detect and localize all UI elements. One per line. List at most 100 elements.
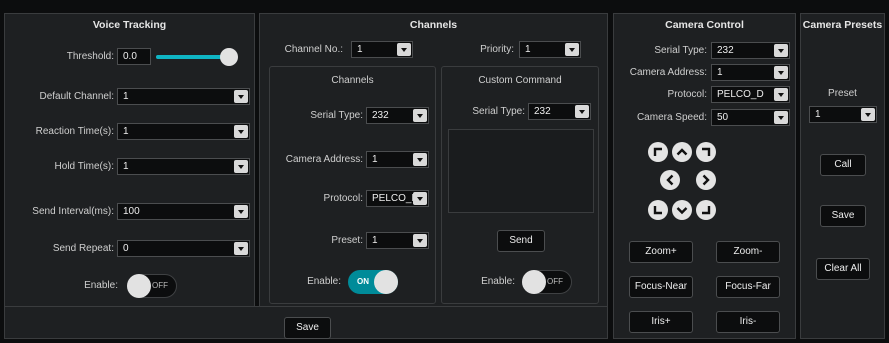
default-channel-value: 1 bbox=[123, 91, 129, 102]
channel-camera-address-select[interactable]: 1 bbox=[366, 151, 429, 168]
channel-no-value: 1 bbox=[357, 44, 363, 55]
send-repeat-select[interactable]: 0 bbox=[117, 240, 250, 257]
priority-select[interactable]: 1 bbox=[519, 41, 581, 58]
channel-serial-type-select[interactable]: 232 bbox=[366, 107, 429, 124]
voice-enable-toggle[interactable]: OFF bbox=[127, 274, 177, 298]
channel-preset-label: Preset: bbox=[331, 235, 363, 246]
voice-tracking-panel: Voice Tracking Threshold: 0.0 Default Ch… bbox=[4, 13, 255, 339]
preset-value: 1 bbox=[815, 109, 821, 120]
channels-panel: Channels Channel No.: 1 Priority: 1 Chan… bbox=[259, 13, 608, 339]
chevron-down-icon bbox=[774, 88, 788, 101]
cam-protocol-select[interactable]: PELCO_D bbox=[711, 86, 790, 103]
chevron-down-icon bbox=[774, 111, 788, 124]
custom-send-button[interactable]: Send bbox=[497, 230, 545, 252]
channels-title: Channels bbox=[409, 19, 458, 31]
chevron-down-icon bbox=[575, 105, 589, 118]
cam-camera-address-select[interactable]: 1 bbox=[711, 64, 790, 81]
zoom-out-button[interactable]: Zoom- bbox=[716, 241, 780, 263]
channel-camera-address-label: Camera Address: bbox=[285, 154, 363, 165]
save-preset-button[interactable]: Save bbox=[820, 205, 866, 227]
toggle-knob bbox=[522, 270, 546, 294]
channel-protocol-select[interactable]: PELCO_D bbox=[366, 190, 429, 207]
camera-control-panel: Camera Control Serial Type: 232 Camera A… bbox=[613, 13, 796, 339]
chevron-down-icon bbox=[413, 109, 427, 122]
arrow-down-left-icon[interactable] bbox=[648, 200, 668, 220]
custom-command-title: Custom Command bbox=[478, 75, 562, 86]
send-interval-select[interactable]: 100 bbox=[117, 203, 250, 220]
arrow-left-icon[interactable] bbox=[660, 170, 680, 190]
chevron-down-icon bbox=[565, 43, 579, 56]
arrow-right-icon[interactable] bbox=[696, 170, 716, 190]
call-preset-button[interactable]: Call bbox=[820, 154, 866, 176]
camera-presets-title: Camera Presets bbox=[802, 19, 883, 31]
reaction-time-select[interactable]: 1 bbox=[117, 123, 250, 140]
threshold-slider-handle[interactable] bbox=[220, 48, 238, 66]
channel-serial-type-value: 232 bbox=[372, 110, 389, 121]
hold-time-select[interactable]: 1 bbox=[117, 158, 250, 175]
threshold-value: 0.0 bbox=[123, 51, 137, 62]
cam-protocol-label: Protocol: bbox=[667, 89, 707, 100]
arrow-up-right-icon[interactable] bbox=[696, 142, 716, 162]
threshold-slider-fill bbox=[156, 55, 226, 59]
focus-near-button[interactable]: Focus-Near bbox=[629, 276, 693, 298]
default-channel-select[interactable]: 1 bbox=[117, 88, 250, 105]
clear-all-presets-button[interactable]: Clear All bbox=[816, 258, 870, 280]
arrow-down-icon[interactable] bbox=[672, 200, 692, 220]
custom-enable-label: Enable: bbox=[481, 276, 515, 287]
iris-plus-button[interactable]: Iris+ bbox=[629, 311, 693, 333]
chevron-down-icon bbox=[234, 160, 248, 173]
cam-speed-value: 50 bbox=[717, 112, 729, 123]
cam-serial-type-label: Serial Type: bbox=[654, 45, 707, 56]
cam-protocol-value: PELCO_D bbox=[717, 89, 764, 100]
custom-serial-type-select[interactable]: 232 bbox=[528, 103, 591, 120]
custom-command-text-area[interactable] bbox=[448, 129, 594, 213]
chevron-down-icon bbox=[861, 108, 875, 121]
iris-minus-button[interactable]: Iris- bbox=[716, 311, 780, 333]
toggle-knob bbox=[127, 274, 151, 298]
send-interval-label: Send Interval(ms): bbox=[32, 206, 114, 217]
threshold-value-field[interactable]: 0.0 bbox=[117, 48, 151, 65]
channel-protocol-value: PELCO_D bbox=[372, 193, 419, 204]
channel-enable-toggle[interactable]: ON bbox=[348, 270, 398, 294]
cam-speed-select[interactable]: 50 bbox=[711, 109, 790, 126]
arrow-up-icon[interactable] bbox=[672, 142, 692, 162]
preset-select[interactable]: 1 bbox=[809, 106, 877, 123]
custom-command-subpanel: Custom Command Serial Type: 232 Send Ena… bbox=[441, 66, 599, 304]
chevron-down-icon bbox=[774, 44, 788, 57]
channel-protocol-label: Protocol: bbox=[323, 193, 363, 204]
custom-serial-type-value: 232 bbox=[534, 106, 551, 117]
chevron-down-icon bbox=[413, 234, 427, 247]
cam-camera-address-value: 1 bbox=[717, 67, 723, 78]
channel-no-select[interactable]: 1 bbox=[351, 41, 413, 58]
chevron-down-icon bbox=[234, 242, 248, 255]
channel-no-label: Channel No.: bbox=[284, 44, 343, 55]
channel-preset-value: 1 bbox=[372, 235, 378, 246]
focus-far-button[interactable]: Focus-Far bbox=[716, 276, 780, 298]
cam-serial-type-select[interactable]: 232 bbox=[711, 42, 790, 59]
voice-enable-label: Enable: bbox=[84, 280, 118, 291]
priority-value: 1 bbox=[525, 44, 531, 55]
camera-presets-panel: Camera Presets Preset 1 Call Save Clear … bbox=[800, 13, 885, 339]
toggle-state-text: OFF bbox=[152, 281, 168, 290]
toggle-state-text: ON bbox=[357, 277, 369, 286]
chevron-down-icon bbox=[234, 125, 248, 138]
toggle-state-text: OFF bbox=[547, 277, 563, 286]
save-button[interactable]: Save bbox=[284, 317, 331, 339]
custom-serial-type-label: Serial Type: bbox=[472, 106, 525, 117]
channel-preset-select[interactable]: 1 bbox=[366, 232, 429, 249]
reaction-time-value: 1 bbox=[123, 126, 129, 137]
chevron-down-icon bbox=[413, 153, 427, 166]
priority-label: Priority: bbox=[480, 44, 514, 55]
custom-enable-toggle[interactable]: OFF bbox=[522, 270, 572, 294]
threshold-label: Threshold: bbox=[66, 51, 114, 62]
cam-speed-label: Camera Speed: bbox=[636, 112, 707, 123]
send-interval-value: 100 bbox=[123, 206, 140, 217]
camera-control-title: Camera Control bbox=[665, 19, 744, 31]
cam-camera-address-label: Camera Address: bbox=[629, 67, 707, 78]
arrow-up-left-icon[interactable] bbox=[648, 142, 668, 162]
chevron-down-icon bbox=[234, 205, 248, 218]
zoom-in-button[interactable]: Zoom+ bbox=[629, 241, 693, 263]
channel-serial-type-label: Serial Type: bbox=[310, 110, 363, 121]
arrow-down-right-icon[interactable] bbox=[696, 200, 716, 220]
send-repeat-label: Send Repeat: bbox=[52, 243, 114, 254]
